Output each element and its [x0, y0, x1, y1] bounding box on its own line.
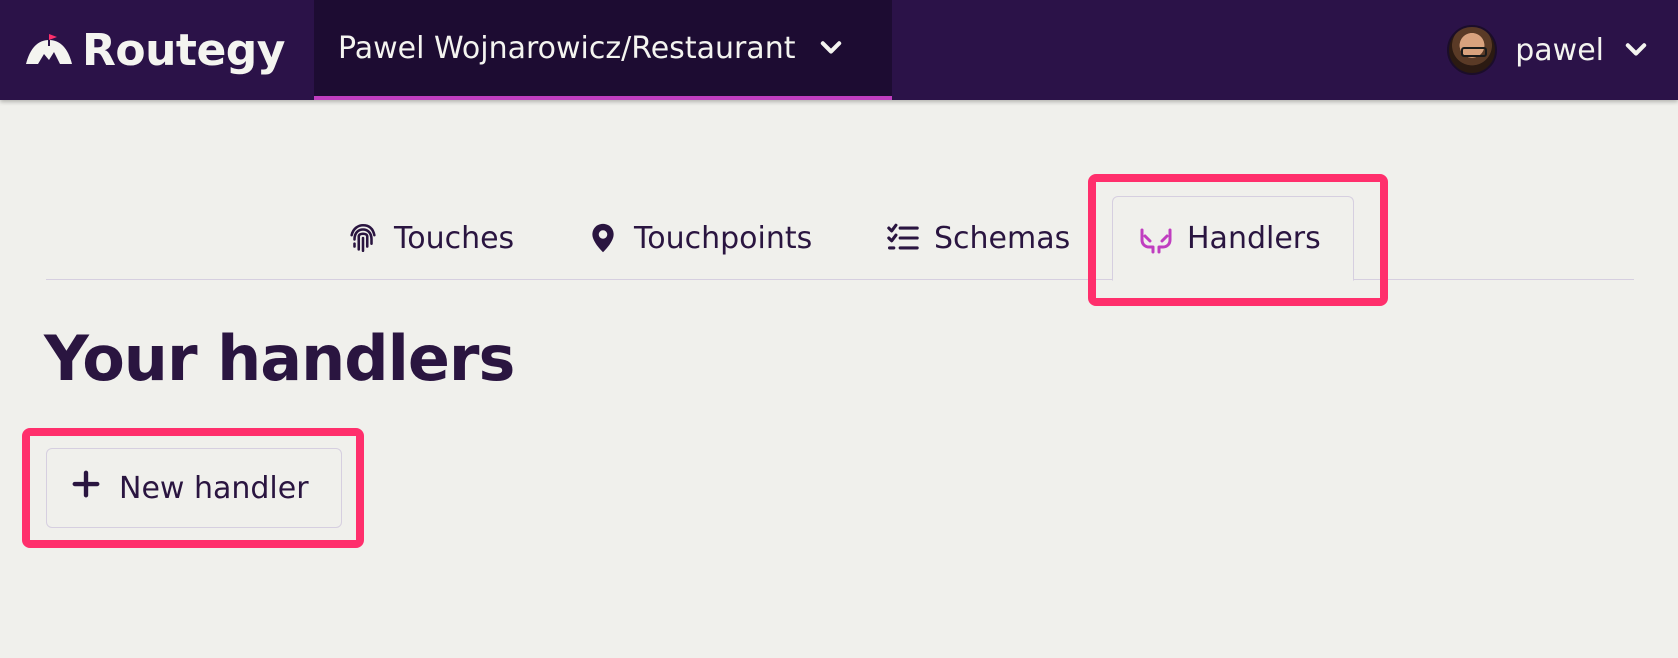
brand-logo[interactable]: Routegy [24, 18, 286, 82]
user-menu[interactable]: pawel [1447, 22, 1650, 78]
tab-schemas[interactable]: Schemas [886, 196, 1070, 280]
fingerprint-icon [346, 221, 380, 255]
chevron-down-icon [821, 41, 842, 54]
section-tabs: Touches Touchpoints Schemas Handlers [46, 196, 1634, 281]
top-navigation-bar: Routegy Pawel Wojnarowicz/Restaurant paw… [0, 0, 1678, 100]
tab-touches[interactable]: Touches [346, 196, 514, 280]
mountain-flag-icon [24, 30, 74, 70]
tab-schemas-label: Schemas [934, 220, 1071, 256]
tab-touchpoints-label: Touchpoints [634, 220, 813, 256]
username: pawel [1515, 32, 1604, 68]
map-pin-icon [586, 221, 620, 255]
page-title: Your handlers [44, 322, 515, 395]
tab-touches-label: Touches [394, 220, 515, 256]
project-selector-label: Pawel Wojnarowicz/Restaurant [338, 30, 796, 66]
brand-name: Routegy [82, 24, 286, 76]
chevron-down-icon [1625, 43, 1647, 56]
avatar [1447, 25, 1498, 75]
new-handler-button[interactable]: New handler [46, 448, 342, 528]
new-handler-label: New handler [119, 470, 309, 506]
hands-icon [1139, 222, 1173, 256]
project-selector[interactable]: Pawel Wojnarowicz/Restaurant [314, 0, 892, 100]
tab-handlers-label: Handlers [1187, 221, 1321, 256]
checklist-icon [886, 221, 920, 255]
plus-icon [71, 469, 101, 507]
tab-touchpoints[interactable]: Touchpoints [586, 196, 812, 280]
tab-handlers[interactable]: Handlers [1112, 196, 1354, 281]
